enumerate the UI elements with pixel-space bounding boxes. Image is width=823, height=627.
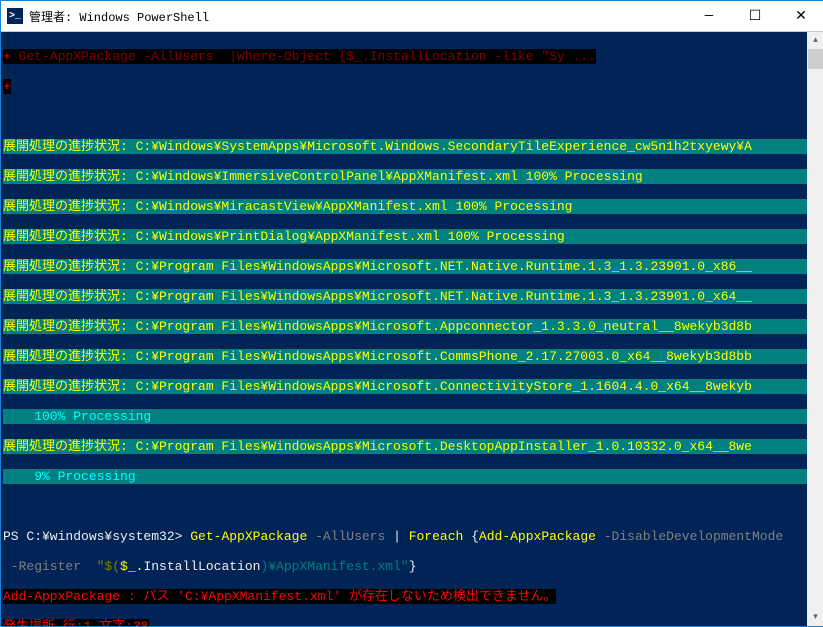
close-button[interactable]: ✕ <box>778 1 823 31</box>
string: )¥AppXManifest.xml" <box>260 559 408 574</box>
flag: -DisableDevelopmentMode <box>604 529 783 544</box>
progress-line: 展開処理の進捗状況: C:¥Program Files¥WindowsApps¥… <box>3 379 822 394</box>
progress-line: 展開処理の進捗状況: C:¥Program Files¥WindowsApps¥… <box>3 439 822 454</box>
minimize-button[interactable]: — <box>686 1 732 31</box>
progress-line: 展開処理の進捗状況: C:¥Program Files¥WindowsApps¥… <box>3 259 822 274</box>
error-topcmd: Get-AppXPackage -AllUsers |Where-Object … <box>11 49 596 64</box>
scroll-track[interactable] <box>807 49 823 609</box>
titlebar[interactable]: >_ 管理者: Windows PowerShell — ☐ ✕ <box>1 1 823 32</box>
terminal-output[interactable]: + Get-AppXPackage -AllUsers |Where-Objec… <box>1 32 823 626</box>
progress-line: 展開処理の進捗状況: C:¥Windows¥SystemApps¥Microso… <box>3 139 822 154</box>
var: $_ <box>120 559 136 574</box>
scroll-thumb[interactable] <box>808 49 823 69</box>
cmd: Foreach <box>409 529 471 544</box>
progress-line: 展開処理の進捗状況: C:¥Windows¥ImmersiveControlPa… <box>3 169 822 184</box>
progress-line: 9% Processing <box>3 469 822 484</box>
flag: -Register <box>3 559 97 574</box>
progress-line: 展開処理の進捗状況: C:¥Program Files¥WindowsApps¥… <box>3 319 822 334</box>
progress-line: 展開処理の進捗状況: C:¥Program Files¥WindowsApps¥… <box>3 289 822 304</box>
error-line: Add-AppxPackage : パス 'C:¥AppXManifest.xm… <box>3 589 556 604</box>
scroll-up-button[interactable]: ▴ <box>807 32 823 49</box>
brace: { <box>471 529 479 544</box>
vertical-scrollbar[interactable]: ▴ ▾ <box>807 32 823 626</box>
string: "$( <box>97 559 120 574</box>
flag: -AllUsers <box>315 529 393 544</box>
progress-line: 100% Processing <box>3 409 822 424</box>
cmd: Get-AppXPackage <box>190 529 315 544</box>
progress-line: 展開処理の進捗状況: C:¥Program Files¥WindowsApps¥… <box>3 349 822 364</box>
pipe: | <box>393 529 409 544</box>
progress-line: 展開処理の進捗状況: C:¥Windows¥MiracastView¥AppXM… <box>3 199 822 214</box>
window-title: 管理者: Windows PowerShell <box>29 8 686 25</box>
scroll-down-button[interactable]: ▾ <box>807 609 823 626</box>
progress-line: 展開処理の進捗状況: C:¥Windows¥PrintDialog¥AppXMa… <box>3 229 822 244</box>
brace: } <box>409 559 417 574</box>
error-plus: + <box>3 49 11 64</box>
maximize-button[interactable]: ☐ <box>732 1 778 31</box>
app-icon: >_ <box>7 8 23 24</box>
cmd: Add-AppxPackage <box>479 529 604 544</box>
error-plus2: + <box>3 79 11 94</box>
ps-prompt: PS C:¥windows¥system32> <box>3 529 190 544</box>
prop: .InstallLocation <box>136 559 261 574</box>
powershell-window: >_ 管理者: Windows PowerShell — ☐ ✕ + Get-A… <box>0 0 823 627</box>
